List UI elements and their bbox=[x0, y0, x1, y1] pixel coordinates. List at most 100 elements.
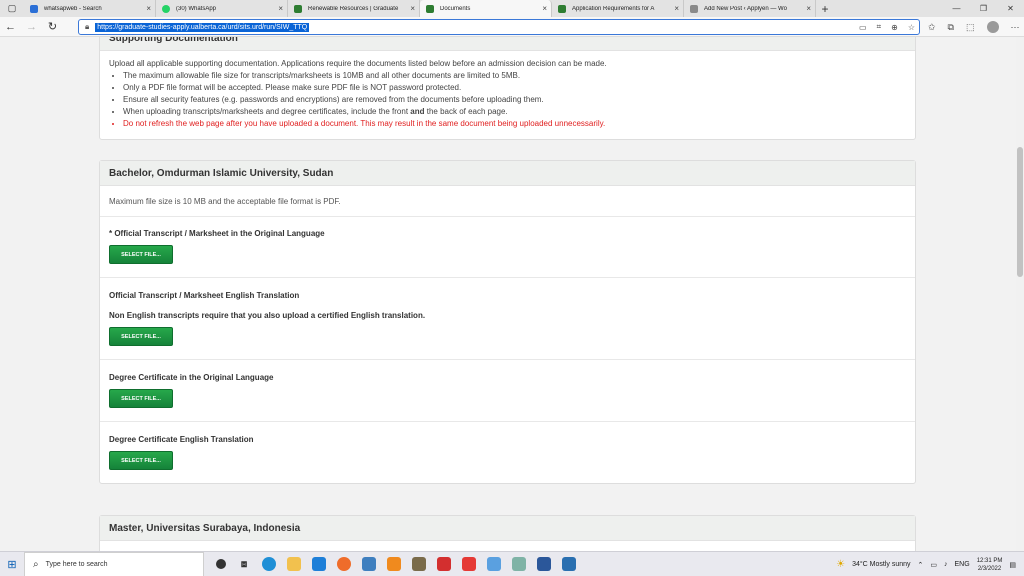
select-file-button[interactable]: SELECT FILE... bbox=[109, 327, 173, 346]
window-controls: — ❐ ✕ bbox=[943, 0, 1024, 17]
windows-start-icon[interactable]: ⊞ bbox=[0, 552, 24, 576]
panel-body: Upload all applicable supporting documen… bbox=[100, 51, 915, 139]
system-tray: ☀ 34°C Mostly sunny ⌃ ▭ ♪ ENG 12:31 PM 2… bbox=[836, 552, 1024, 576]
tab-label: Application Requirements for A bbox=[572, 5, 655, 12]
browser-tab[interactable]: whatsapweb - Search × bbox=[24, 0, 156, 17]
tray-chevron-icon[interactable]: ⌃ bbox=[918, 561, 924, 569]
language-indicator[interactable]: ENG bbox=[955, 561, 970, 568]
notifications-icon[interactable]: ▤ bbox=[1009, 561, 1016, 569]
list-item-bold: and bbox=[410, 107, 425, 116]
list-item: The maximum allowable file size for tran… bbox=[123, 71, 906, 80]
panel-heading: Supporting Documentation bbox=[100, 37, 915, 51]
zoom-icon[interactable]: ⊕ bbox=[891, 23, 898, 32]
task-view-icon[interactable]: ⧈ bbox=[237, 557, 251, 571]
ualberta-shield-icon bbox=[294, 4, 302, 13]
url-text[interactable]: https://graduate-studies-apply.ualberta.… bbox=[95, 22, 310, 32]
whatsapp-icon bbox=[162, 4, 170, 13]
profile-avatar[interactable] bbox=[986, 21, 999, 33]
weather-text[interactable]: 34°C Mostly sunny bbox=[852, 561, 910, 568]
recorder-icon[interactable] bbox=[462, 557, 476, 571]
page-icon bbox=[690, 4, 698, 13]
pdf-reader-icon[interactable] bbox=[437, 557, 451, 571]
tab-label: Renewable Resources | Graduate bbox=[308, 5, 399, 12]
ualberta-shield-icon bbox=[426, 4, 434, 13]
supporting-documentation-panel: Supporting Documentation Upload all appl… bbox=[99, 37, 916, 140]
document-section: * Official Transcript / Marksheet in the… bbox=[100, 217, 915, 278]
omnibox-icons: ▭ ⌗ ⊕ ☆ bbox=[859, 20, 915, 34]
document-section: Degree Certificate in the Original Langu… bbox=[100, 360, 915, 422]
read-aloud-icon[interactable]: ▭ bbox=[859, 23, 867, 32]
close-tab-icon[interactable]: × bbox=[146, 4, 151, 13]
store-icon[interactable] bbox=[312, 557, 326, 571]
reload-icon[interactable]: ↻ bbox=[42, 17, 63, 37]
browser-tab[interactable]: Renewable Resources | Graduate × bbox=[288, 0, 420, 17]
page-scrollbar[interactable] bbox=[1016, 37, 1024, 551]
search-icon: ⌕ bbox=[33, 558, 39, 570]
volume-icon[interactable]: ♪ bbox=[944, 561, 948, 568]
word-icon[interactable] bbox=[537, 557, 551, 571]
panel-heading: Bachelor, Omdurman Islamic University, S… bbox=[100, 161, 915, 186]
refresh-warning: Do not refresh the web page after you ha… bbox=[123, 119, 906, 128]
browser-tab[interactable]: (30) WhatsApp × bbox=[156, 0, 288, 17]
close-tab-icon[interactable]: × bbox=[674, 4, 679, 13]
clock-date: 2/3/2022 bbox=[977, 565, 1002, 572]
collections-icon[interactable]: ⧉ bbox=[948, 22, 954, 33]
browser-tab[interactable]: Application Requirements for A × bbox=[552, 0, 684, 17]
favorites-icon[interactable]: ✩ bbox=[928, 22, 936, 33]
requirements-list: The maximum allowable file size for tran… bbox=[123, 71, 906, 128]
more-menu-icon[interactable]: ⋯ bbox=[1011, 22, 1020, 33]
select-file-button[interactable]: SELECT FILE... bbox=[109, 451, 173, 470]
close-window-icon[interactable]: ✕ bbox=[997, 0, 1024, 17]
chrome-badge-icon[interactable] bbox=[362, 557, 376, 571]
vlc-icon[interactable] bbox=[387, 557, 401, 571]
favorite-star-icon[interactable]: ☆ bbox=[908, 23, 915, 32]
master-degree-panel: Master, Universitas Surabaya, Indonesia bbox=[99, 515, 916, 551]
close-tab-icon[interactable]: × bbox=[278, 4, 283, 13]
bachelor-degree-panel: Bachelor, Omdurman Islamic University, S… bbox=[99, 160, 916, 484]
back-icon[interactable]: ← bbox=[0, 17, 21, 37]
close-tab-icon[interactable]: × bbox=[410, 4, 415, 13]
ualberta-shield-icon bbox=[558, 4, 566, 13]
firefox-icon[interactable] bbox=[337, 557, 351, 571]
select-file-button[interactable]: SELECT FILE... bbox=[109, 245, 173, 264]
forward-icon[interactable]: → bbox=[21, 17, 42, 37]
close-tab-icon[interactable]: × bbox=[542, 4, 547, 13]
lock-icon[interactable]: 🔒︎ bbox=[85, 22, 89, 32]
taskbar-search-input[interactable]: ⌕ Type here to search bbox=[24, 551, 204, 576]
app-available-icon[interactable]: ⌗ bbox=[877, 22, 882, 32]
file-explorer-icon[interactable] bbox=[287, 557, 301, 571]
image-viewer-icon[interactable] bbox=[562, 557, 576, 571]
list-item: Ensure all security features (e.g. passw… bbox=[123, 95, 906, 104]
new-tab-button[interactable]: + bbox=[816, 0, 834, 17]
translation-requirement-text: Non English transcripts require that you… bbox=[109, 311, 426, 320]
archive-icon[interactable] bbox=[412, 557, 426, 571]
windows-taskbar: ⊞ ⌕ Type here to search ⧈ ☀ 34°C Mostly … bbox=[0, 551, 1024, 576]
tab-actions-icon[interactable]: ▢ bbox=[0, 0, 24, 17]
network-icon[interactable]: ▭ bbox=[930, 561, 937, 569]
close-tab-icon[interactable]: × bbox=[806, 4, 811, 13]
document-title: Degree Certificate English Translation bbox=[109, 435, 254, 444]
page-viewport: Supporting Documentation Upload all appl… bbox=[0, 37, 1016, 551]
tab-label: Add New Post ‹ Applyen — Wo bbox=[704, 5, 787, 12]
photos-icon[interactable] bbox=[512, 557, 526, 571]
intro-text: Upload all applicable supporting documen… bbox=[109, 59, 607, 68]
select-file-button[interactable]: SELECT FILE... bbox=[109, 389, 173, 408]
restore-icon[interactable]: ❐ bbox=[970, 0, 997, 17]
list-item-text: the back of each page. bbox=[424, 107, 508, 116]
search-placeholder: Type here to search bbox=[45, 560, 108, 568]
cortana-icon[interactable] bbox=[216, 559, 226, 569]
browser-tab-strip: ▢ whatsapweb - Search × (30) WhatsApp × … bbox=[0, 0, 1024, 17]
taskbar-clock[interactable]: 12:31 PM 2/3/2022 bbox=[977, 557, 1003, 573]
document-section: Official Transcript / Marksheet English … bbox=[100, 278, 915, 360]
browser-tab-active[interactable]: Documents × bbox=[420, 0, 552, 17]
weather-sun-icon: ☀ bbox=[836, 559, 846, 570]
edge-browser-icon[interactable] bbox=[262, 557, 276, 571]
minimize-icon[interactable]: — bbox=[943, 0, 970, 17]
document-title: * Official Transcript / Marksheet in the… bbox=[109, 229, 325, 238]
scrollbar-thumb[interactable] bbox=[1017, 147, 1023, 277]
browser-tab[interactable]: Add New Post ‹ Applyen — Wo × bbox=[684, 0, 816, 17]
url-input[interactable]: 🔒︎ https://graduate-studies-apply.ualber… bbox=[78, 19, 920, 35]
extensions-icon[interactable]: ⬚ bbox=[966, 22, 975, 33]
app-icon[interactable] bbox=[487, 557, 501, 571]
taskbar-apps: ⧈ bbox=[216, 557, 576, 571]
